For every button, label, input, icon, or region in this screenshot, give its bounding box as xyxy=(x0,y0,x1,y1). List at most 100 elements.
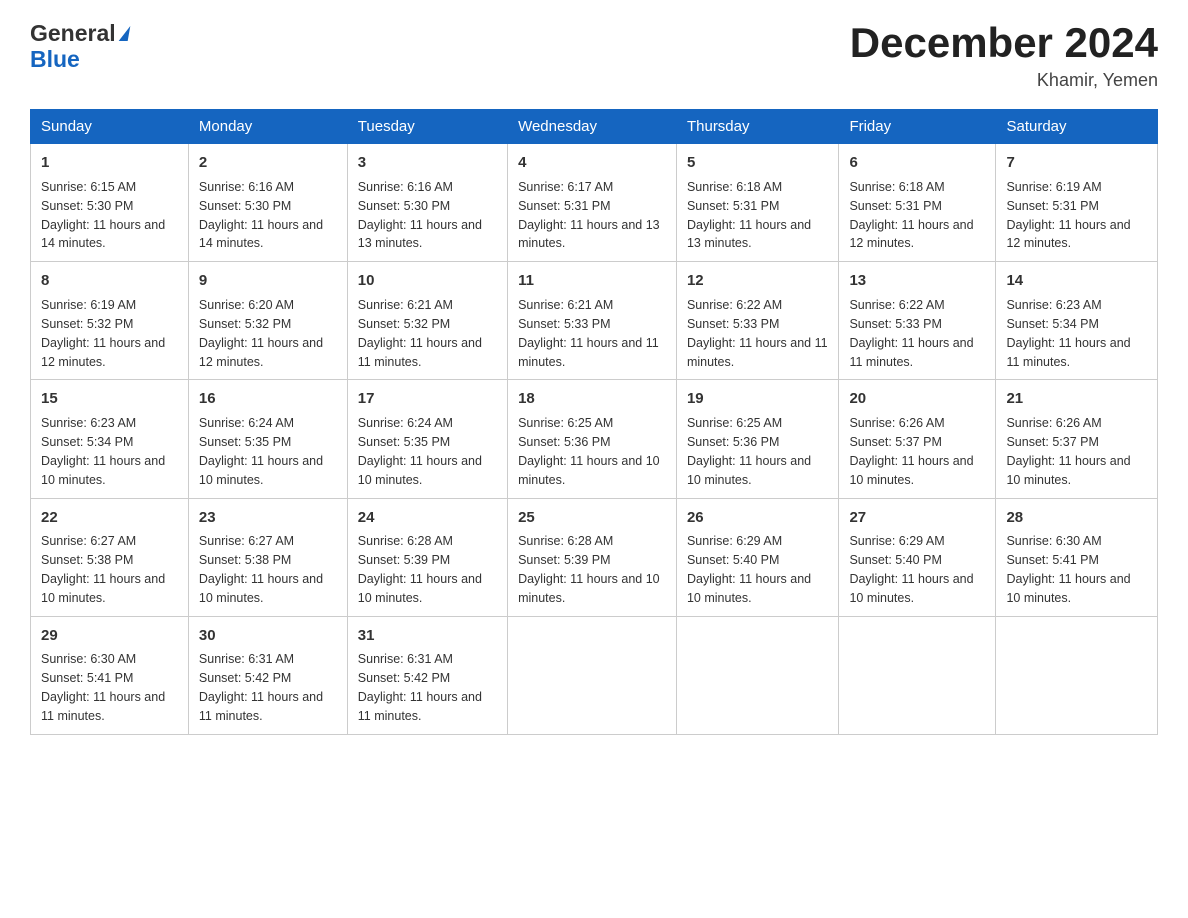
calendar-day-cell: 31 Sunrise: 6:31 AMSunset: 5:42 PMDaylig… xyxy=(347,616,507,734)
page-title: December 2024 xyxy=(850,20,1158,66)
day-number: 3 xyxy=(358,152,497,174)
day-info: Sunrise: 6:23 AMSunset: 5:34 PMDaylight:… xyxy=(1006,298,1130,369)
day-info: Sunrise: 6:30 AMSunset: 5:41 PMDaylight:… xyxy=(41,652,165,723)
day-number: 1 xyxy=(41,152,178,174)
day-number: 21 xyxy=(1006,388,1147,410)
calendar-day-cell: 19 Sunrise: 6:25 AMSunset: 5:36 PMDaylig… xyxy=(676,380,838,498)
calendar-day-cell: 23 Sunrise: 6:27 AMSunset: 5:38 PMDaylig… xyxy=(188,498,347,616)
day-number: 24 xyxy=(358,507,497,529)
day-info: Sunrise: 6:15 AMSunset: 5:30 PMDaylight:… xyxy=(41,180,165,251)
logo-general: General xyxy=(30,20,129,46)
logo-blue: Blue xyxy=(30,46,129,72)
calendar-table: SundayMondayTuesdayWednesdayThursdayFrid… xyxy=(30,109,1158,735)
logo: General Blue xyxy=(30,20,129,73)
day-info: Sunrise: 6:26 AMSunset: 5:37 PMDaylight:… xyxy=(849,416,973,487)
header-friday: Friday xyxy=(839,110,996,144)
calendar-day-cell xyxy=(996,616,1158,734)
calendar-day-cell: 22 Sunrise: 6:27 AMSunset: 5:38 PMDaylig… xyxy=(31,498,189,616)
header-saturday: Saturday xyxy=(996,110,1158,144)
day-info: Sunrise: 6:21 AMSunset: 5:32 PMDaylight:… xyxy=(358,298,482,369)
day-info: Sunrise: 6:27 AMSunset: 5:38 PMDaylight:… xyxy=(199,534,323,605)
calendar-week-row: 22 Sunrise: 6:27 AMSunset: 5:38 PMDaylig… xyxy=(31,498,1158,616)
day-number: 8 xyxy=(41,270,178,292)
day-info: Sunrise: 6:23 AMSunset: 5:34 PMDaylight:… xyxy=(41,416,165,487)
day-number: 29 xyxy=(41,625,178,647)
day-info: Sunrise: 6:20 AMSunset: 5:32 PMDaylight:… xyxy=(199,298,323,369)
calendar-day-cell: 27 Sunrise: 6:29 AMSunset: 5:40 PMDaylig… xyxy=(839,498,996,616)
day-number: 17 xyxy=(358,388,497,410)
day-info: Sunrise: 6:28 AMSunset: 5:39 PMDaylight:… xyxy=(518,534,660,605)
calendar-week-row: 1 Sunrise: 6:15 AMSunset: 5:30 PMDayligh… xyxy=(31,144,1158,262)
day-number: 10 xyxy=(358,270,497,292)
day-info: Sunrise: 6:22 AMSunset: 5:33 PMDaylight:… xyxy=(849,298,973,369)
day-info: Sunrise: 6:16 AMSunset: 5:30 PMDaylight:… xyxy=(199,180,323,251)
day-info: Sunrise: 6:18 AMSunset: 5:31 PMDaylight:… xyxy=(849,180,973,251)
calendar-day-cell xyxy=(839,616,996,734)
header-sunday: Sunday xyxy=(31,110,189,144)
calendar-day-cell: 13 Sunrise: 6:22 AMSunset: 5:33 PMDaylig… xyxy=(839,262,996,380)
day-info: Sunrise: 6:19 AMSunset: 5:32 PMDaylight:… xyxy=(41,298,165,369)
calendar-day-cell: 25 Sunrise: 6:28 AMSunset: 5:39 PMDaylig… xyxy=(508,498,677,616)
day-info: Sunrise: 6:31 AMSunset: 5:42 PMDaylight:… xyxy=(199,652,323,723)
day-number: 18 xyxy=(518,388,666,410)
day-number: 27 xyxy=(849,507,985,529)
day-info: Sunrise: 6:29 AMSunset: 5:40 PMDaylight:… xyxy=(687,534,811,605)
day-info: Sunrise: 6:29 AMSunset: 5:40 PMDaylight:… xyxy=(849,534,973,605)
day-number: 30 xyxy=(199,625,337,647)
header-thursday: Thursday xyxy=(676,110,838,144)
calendar-day-cell: 15 Sunrise: 6:23 AMSunset: 5:34 PMDaylig… xyxy=(31,380,189,498)
calendar-day-cell xyxy=(508,616,677,734)
day-number: 9 xyxy=(199,270,337,292)
calendar-day-cell: 14 Sunrise: 6:23 AMSunset: 5:34 PMDaylig… xyxy=(996,262,1158,380)
calendar-week-row: 29 Sunrise: 6:30 AMSunset: 5:41 PMDaylig… xyxy=(31,616,1158,734)
calendar-day-cell: 3 Sunrise: 6:16 AMSunset: 5:30 PMDayligh… xyxy=(347,144,507,262)
day-info: Sunrise: 6:31 AMSunset: 5:42 PMDaylight:… xyxy=(358,652,482,723)
day-number: 25 xyxy=(518,507,666,529)
header-wednesday: Wednesday xyxy=(508,110,677,144)
title-block: December 2024 Khamir, Yemen xyxy=(850,20,1158,91)
calendar-day-cell: 5 Sunrise: 6:18 AMSunset: 5:31 PMDayligh… xyxy=(676,144,838,262)
day-number: 4 xyxy=(518,152,666,174)
day-info: Sunrise: 6:25 AMSunset: 5:36 PMDaylight:… xyxy=(687,416,811,487)
calendar-day-cell: 9 Sunrise: 6:20 AMSunset: 5:32 PMDayligh… xyxy=(188,262,347,380)
calendar-day-cell: 2 Sunrise: 6:16 AMSunset: 5:30 PMDayligh… xyxy=(188,144,347,262)
calendar-day-cell: 16 Sunrise: 6:24 AMSunset: 5:35 PMDaylig… xyxy=(188,380,347,498)
calendar-day-cell: 8 Sunrise: 6:19 AMSunset: 5:32 PMDayligh… xyxy=(31,262,189,380)
day-number: 14 xyxy=(1006,270,1147,292)
calendar-day-cell: 4 Sunrise: 6:17 AMSunset: 5:31 PMDayligh… xyxy=(508,144,677,262)
day-number: 19 xyxy=(687,388,828,410)
calendar-day-cell xyxy=(676,616,838,734)
location: Khamir, Yemen xyxy=(850,70,1158,91)
day-info: Sunrise: 6:17 AMSunset: 5:31 PMDaylight:… xyxy=(518,180,660,251)
calendar-day-cell: 21 Sunrise: 6:26 AMSunset: 5:37 PMDaylig… xyxy=(996,380,1158,498)
calendar-day-cell: 24 Sunrise: 6:28 AMSunset: 5:39 PMDaylig… xyxy=(347,498,507,616)
header-monday: Monday xyxy=(188,110,347,144)
day-number: 20 xyxy=(849,388,985,410)
day-number: 15 xyxy=(41,388,178,410)
day-info: Sunrise: 6:18 AMSunset: 5:31 PMDaylight:… xyxy=(687,180,811,251)
calendar-day-cell: 18 Sunrise: 6:25 AMSunset: 5:36 PMDaylig… xyxy=(508,380,677,498)
day-number: 12 xyxy=(687,270,828,292)
calendar-header-row: SundayMondayTuesdayWednesdayThursdayFrid… xyxy=(31,110,1158,144)
day-number: 16 xyxy=(199,388,337,410)
calendar-day-cell: 11 Sunrise: 6:21 AMSunset: 5:33 PMDaylig… xyxy=(508,262,677,380)
page-header: General Blue December 2024 Khamir, Yemen xyxy=(30,20,1158,91)
day-info: Sunrise: 6:19 AMSunset: 5:31 PMDaylight:… xyxy=(1006,180,1130,251)
calendar-day-cell: 6 Sunrise: 6:18 AMSunset: 5:31 PMDayligh… xyxy=(839,144,996,262)
calendar-day-cell: 10 Sunrise: 6:21 AMSunset: 5:32 PMDaylig… xyxy=(347,262,507,380)
calendar-day-cell: 29 Sunrise: 6:30 AMSunset: 5:41 PMDaylig… xyxy=(31,616,189,734)
day-number: 13 xyxy=(849,270,985,292)
calendar-day-cell: 17 Sunrise: 6:24 AMSunset: 5:35 PMDaylig… xyxy=(347,380,507,498)
day-info: Sunrise: 6:30 AMSunset: 5:41 PMDaylight:… xyxy=(1006,534,1130,605)
day-number: 5 xyxy=(687,152,828,174)
day-info: Sunrise: 6:24 AMSunset: 5:35 PMDaylight:… xyxy=(358,416,482,487)
calendar-day-cell: 12 Sunrise: 6:22 AMSunset: 5:33 PMDaylig… xyxy=(676,262,838,380)
calendar-day-cell: 7 Sunrise: 6:19 AMSunset: 5:31 PMDayligh… xyxy=(996,144,1158,262)
calendar-day-cell: 26 Sunrise: 6:29 AMSunset: 5:40 PMDaylig… xyxy=(676,498,838,616)
day-info: Sunrise: 6:25 AMSunset: 5:36 PMDaylight:… xyxy=(518,416,660,487)
calendar-week-row: 15 Sunrise: 6:23 AMSunset: 5:34 PMDaylig… xyxy=(31,380,1158,498)
calendar-day-cell: 1 Sunrise: 6:15 AMSunset: 5:30 PMDayligh… xyxy=(31,144,189,262)
day-info: Sunrise: 6:24 AMSunset: 5:35 PMDaylight:… xyxy=(199,416,323,487)
calendar-day-cell: 28 Sunrise: 6:30 AMSunset: 5:41 PMDaylig… xyxy=(996,498,1158,616)
day-info: Sunrise: 6:27 AMSunset: 5:38 PMDaylight:… xyxy=(41,534,165,605)
